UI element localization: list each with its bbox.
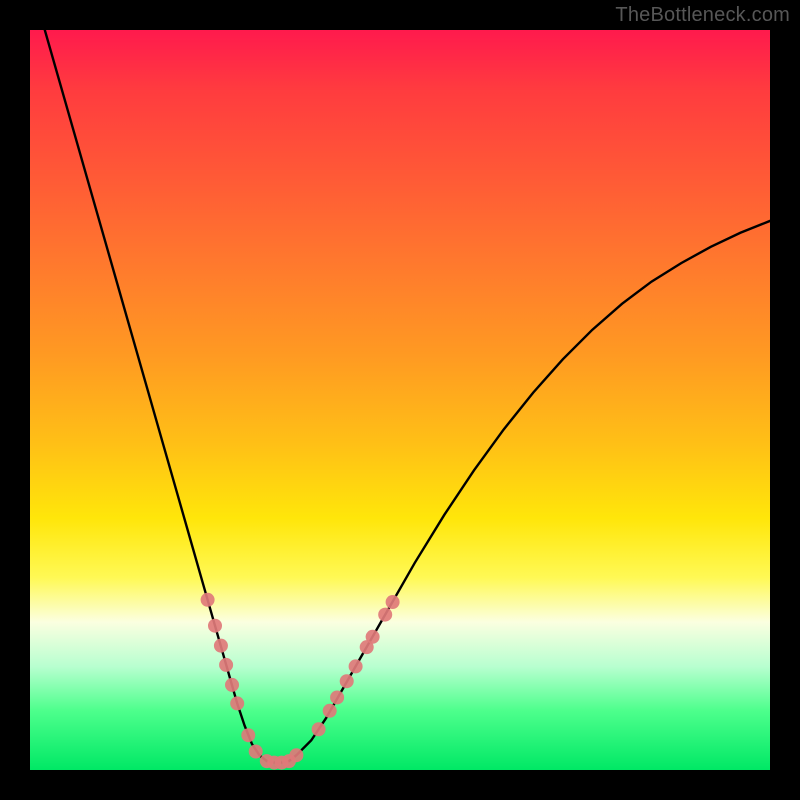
watermark-text: TheBottleneck.com [615,4,790,27]
bottleneck-curve-path [45,30,770,763]
sample-markers [201,593,400,770]
sample-marker [323,704,337,718]
sample-marker [208,619,222,633]
sample-marker [249,745,263,759]
sample-marker [366,630,380,644]
sample-marker [340,674,354,688]
sample-marker [378,608,392,622]
sample-marker [225,678,239,692]
sample-marker [330,690,344,704]
sample-marker [386,595,400,609]
sample-marker [214,639,228,653]
curve-svg [30,30,770,770]
sample-marker [219,658,233,672]
chart-frame: TheBottleneck.com [0,0,800,800]
sample-marker [349,659,363,673]
plot-area [30,30,770,770]
sample-marker [312,722,326,736]
sample-marker [241,728,255,742]
sample-marker [289,748,303,762]
sample-marker [230,696,244,710]
sample-marker [201,593,215,607]
